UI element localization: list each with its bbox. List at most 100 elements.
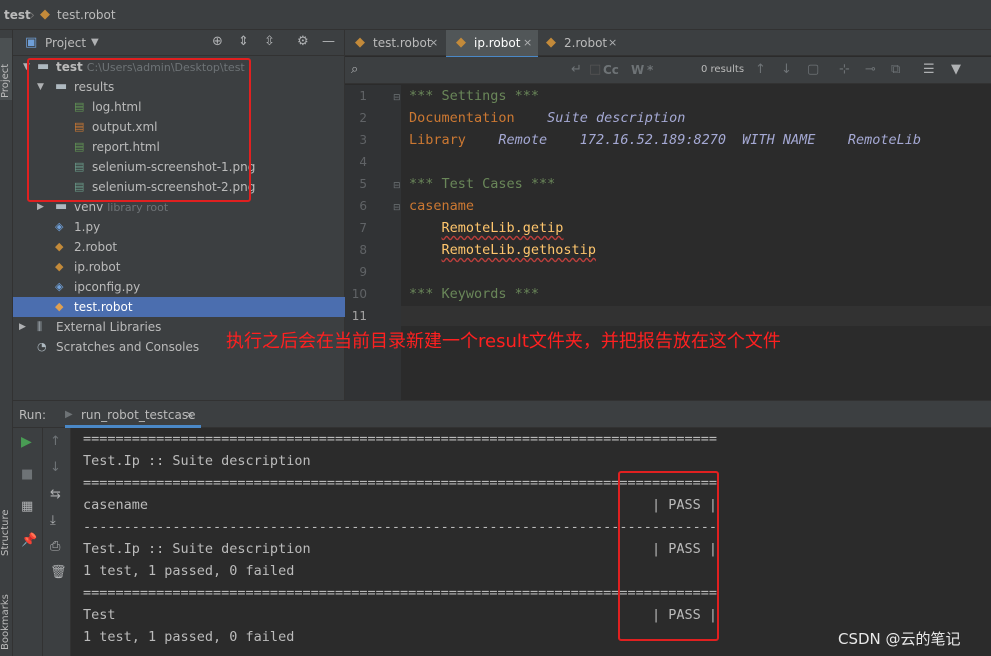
line-number: 7 (359, 221, 367, 235)
tree-item-label: ipconfig.py (74, 280, 141, 294)
fold-icon[interactable]: ⊟ (393, 91, 401, 105)
code-line: Library Remote 172.16.52.189:8270 WITH N… (409, 132, 921, 148)
tab-test-robot[interactable]: ◆ test.robot × (345, 30, 443, 56)
run-panel-header: Run: ▶ run_robot_testcase × (13, 400, 991, 428)
breadcrumb-file[interactable]: test.robot (57, 8, 116, 22)
console-line: ========================================… (83, 431, 717, 447)
python-file-icon: ◈ (55, 280, 64, 293)
close-icon[interactable]: × (523, 36, 532, 50)
tree-item-ip-robot[interactable]: ◆ ip.robot (13, 257, 345, 277)
line-number: 9 (359, 265, 367, 279)
run-config-icon: ▶ (65, 409, 73, 420)
code-token: RemoteLib.getip (441, 220, 564, 236)
scratches-icon: ◔ (37, 340, 47, 353)
console-output[interactable]: ========================================… (71, 428, 991, 656)
add-selection-icon[interactable]: ⊹ (839, 63, 850, 77)
tree-item-label: 2.robot (74, 240, 118, 254)
tab-label: 2.robot (564, 36, 608, 50)
tree-item-label: External Libraries (56, 320, 162, 334)
close-icon[interactable]: × (608, 36, 617, 50)
tree-item-label: test.robot (74, 300, 133, 314)
tree-item-label: Scratches and Consoles (56, 340, 200, 354)
line-number: 10 (351, 287, 367, 301)
console-line: 1 test, 1 passed, 0 failed (83, 629, 295, 645)
code-line: RemoteLib.getip (409, 220, 564, 236)
arrow-down-icon[interactable]: ↓ (50, 461, 61, 475)
robot-file-icon: ◆ (55, 260, 64, 273)
locate-icon[interactable]: ⊕ (212, 35, 223, 49)
words-icon[interactable]: W (631, 63, 644, 77)
search-icon[interactable]: ⌕ (351, 63, 358, 77)
robot-file-icon: ◆ (456, 35, 466, 50)
arrow-up-icon[interactable]: ↑ (755, 63, 766, 77)
robot-file-icon: ◆ (355, 35, 365, 50)
new-line-icon[interactable]: ↵ (571, 63, 582, 77)
console-line: 1 test, 1 passed, 0 failed (83, 563, 295, 579)
rerun-icon[interactable]: ▶ (21, 435, 32, 449)
code-token: Remote 172.16.52.189:8270 WITH NAME Remo… (465, 132, 922, 148)
project-view-title[interactable]: Project (45, 36, 86, 50)
code-token: Suite description (514, 110, 686, 126)
soft-wrap-icon[interactable]: ⇆ (50, 488, 61, 502)
filter-icon[interactable]: ▼ (951, 63, 961, 77)
breadcrumb-project[interactable]: test (4, 8, 31, 22)
annotation-text: 执行之后会在当前目录新建一个result文件夹，并把报告放在这个文件 (226, 331, 781, 352)
trash-icon[interactable]: 🗑 (50, 566, 67, 580)
close-icon[interactable]: × (185, 408, 194, 422)
filter-lines-icon[interactable]: ☰ (923, 63, 935, 77)
folder-icon: ▬ (55, 199, 68, 214)
regex-icon[interactable]: □ (589, 63, 601, 77)
code-token: *** Settings *** (409, 88, 540, 104)
expand-all-icon[interactable]: ⇕ (238, 35, 249, 49)
pin-icon[interactable]: 📌 (21, 534, 37, 548)
chevron-right-icon[interactable]: ▶ (37, 200, 44, 214)
tree-item-1-py[interactable]: ◈ 1.py (13, 217, 345, 237)
fold-icon[interactable]: ⊟ (393, 201, 401, 215)
code-line: *** Test Cases *** (409, 176, 555, 192)
line-number: 5 (359, 177, 367, 191)
line-number: 8 (359, 243, 367, 257)
robot-file-icon: ◆ (40, 7, 50, 22)
line-number: 3 (359, 133, 367, 147)
chevron-down-icon[interactable]: ▼ (91, 36, 99, 50)
arrow-down-icon[interactable]: ↓ (781, 63, 792, 77)
chevron-right-icon[interactable]: ▶ (19, 320, 26, 334)
arrow-up-icon[interactable]: ↑ (50, 435, 61, 449)
tree-item-label: 1.py (74, 220, 101, 234)
project-tool-label[interactable]: Project (0, 64, 11, 98)
watermark: CSDN @云的笔记 (838, 630, 961, 648)
code-line: *** Settings *** (409, 88, 539, 104)
robot-file-icon: ◆ (546, 35, 556, 50)
gear-icon[interactable]: ⚙ (297, 35, 309, 49)
console-toolbar: ↑ ↓ ⇆ ⤓ ⎙ 🗑 (43, 428, 71, 656)
match-case-icon[interactable]: Cc (603, 63, 619, 77)
stop-icon[interactable]: ■ (21, 468, 33, 482)
tab-2-robot[interactable]: ◆ 2.robot × (540, 30, 626, 56)
code-line: Documentation Suite description (409, 110, 685, 126)
bookmarks-tool-label[interactable]: Bookmarks (0, 594, 11, 650)
scroll-to-end-icon[interactable]: ⤓ (50, 514, 56, 528)
hide-panel-icon[interactable]: — (322, 35, 335, 49)
layout-icon[interactable]: ▦ (21, 500, 33, 514)
current-line-highlight (401, 306, 991, 326)
select-all-occurrences-icon[interactable]: ⧉ (891, 63, 900, 77)
structure-tool-label[interactable]: Structure (0, 509, 11, 556)
print-icon[interactable]: ⎙ (50, 540, 60, 554)
run-tab-label[interactable]: run_robot_testcase (81, 408, 195, 422)
collapse-all-icon[interactable]: ⇳ (264, 35, 275, 49)
select-all-icon[interactable]: ▢ (807, 63, 819, 77)
tree-item-ipconfig-py[interactable]: ◈ ipconfig.py (13, 277, 345, 297)
search-input[interactable] (369, 60, 569, 80)
tree-item-hint: library root (107, 201, 169, 214)
search-results-count: 0 results (701, 64, 745, 75)
tab-ip-robot[interactable]: ◆ ip.robot × (446, 30, 538, 59)
run-toolbar: ▶ ■ ▦ 📌 (13, 428, 43, 656)
code-line: *** Keywords *** (409, 286, 539, 302)
remove-selection-icon[interactable]: ⊸ (865, 63, 876, 77)
tree-item-test-robot[interactable]: ◆ test.robot (13, 297, 345, 317)
close-icon[interactable]: × (429, 36, 438, 50)
tree-item-2-robot[interactable]: ◆ 2.robot (13, 237, 345, 257)
project-panel-header: ▣ Project ▼ ⊕ ⇕ ⇳ ⚙ — (13, 30, 345, 56)
fold-icon[interactable]: ⊟ (393, 179, 401, 193)
regex-star-icon[interactable]: * (647, 63, 653, 77)
